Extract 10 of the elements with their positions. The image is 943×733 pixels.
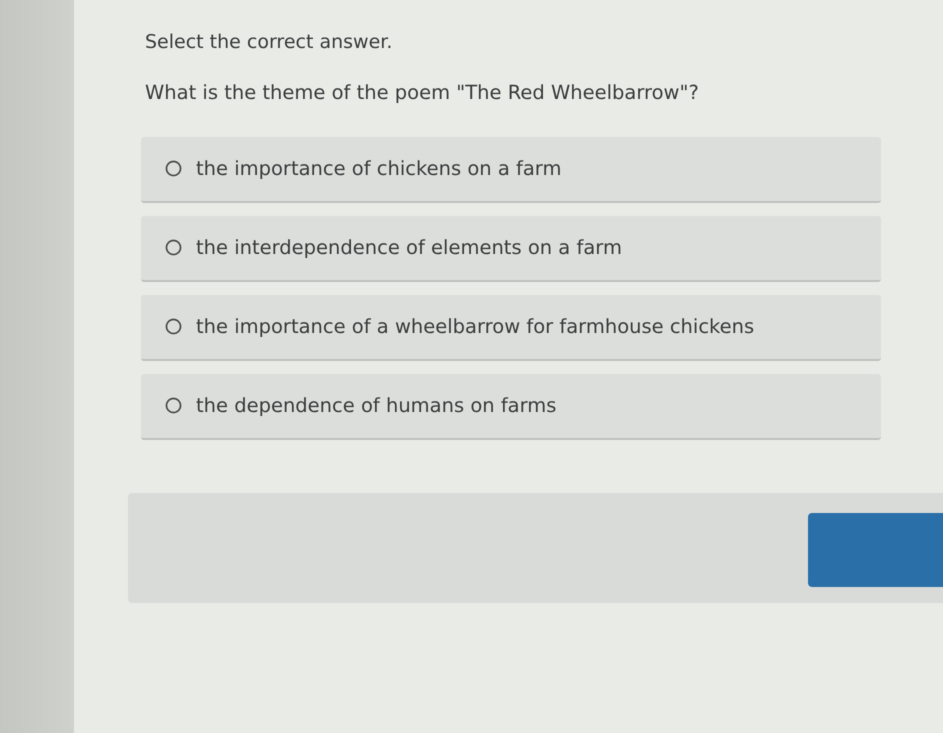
answer-option[interactable]: the importance of a wheelbarrow for farmhouse chickens bbox=[141, 295, 881, 361]
answer-option[interactable]: the interdependence of elements on a farm bbox=[141, 216, 881, 282]
radio-icon[interactable] bbox=[165, 238, 182, 256]
answer-option[interactable]: the dependence of humans on farms bbox=[141, 374, 881, 440]
answer-option[interactable]: the importance of chickens on a farm bbox=[141, 137, 881, 203]
radio-icon[interactable] bbox=[165, 396, 182, 414]
question-text: What is the theme of the poem "The Red Wheelbarrow"? bbox=[145, 80, 700, 106]
radio-icon[interactable] bbox=[165, 318, 182, 334]
radio-icon[interactable] bbox=[165, 160, 182, 176]
instruction-text: Select the correct answer. bbox=[145, 30, 394, 55]
